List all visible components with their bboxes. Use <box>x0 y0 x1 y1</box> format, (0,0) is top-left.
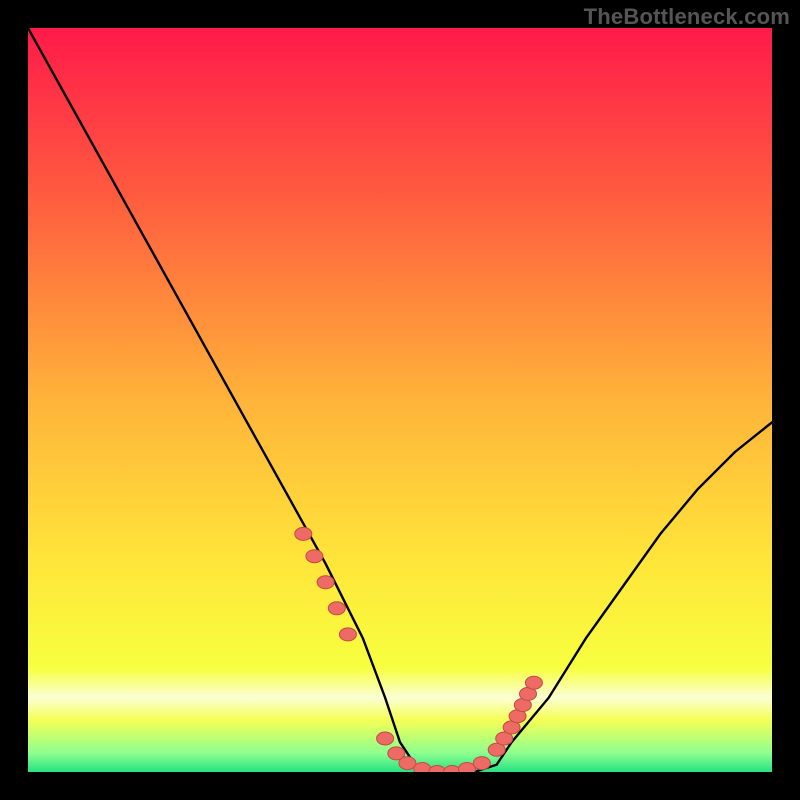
highlight-dot <box>414 763 431 773</box>
highlight-dot <box>399 757 416 770</box>
watermark-text: TheBottleneck.com <box>584 4 790 30</box>
highlight-dot <box>339 628 356 641</box>
highlight-dot <box>317 576 334 589</box>
highlight-dot <box>295 527 312 540</box>
highlight-dot <box>525 676 542 689</box>
highlight-dot <box>377 732 394 745</box>
chart-frame <box>28 28 772 772</box>
highlight-dot <box>306 550 323 563</box>
highlight-dot <box>328 602 345 615</box>
plot-svg <box>28 28 772 772</box>
gradient-background <box>28 28 772 772</box>
highlight-dot <box>473 757 490 770</box>
